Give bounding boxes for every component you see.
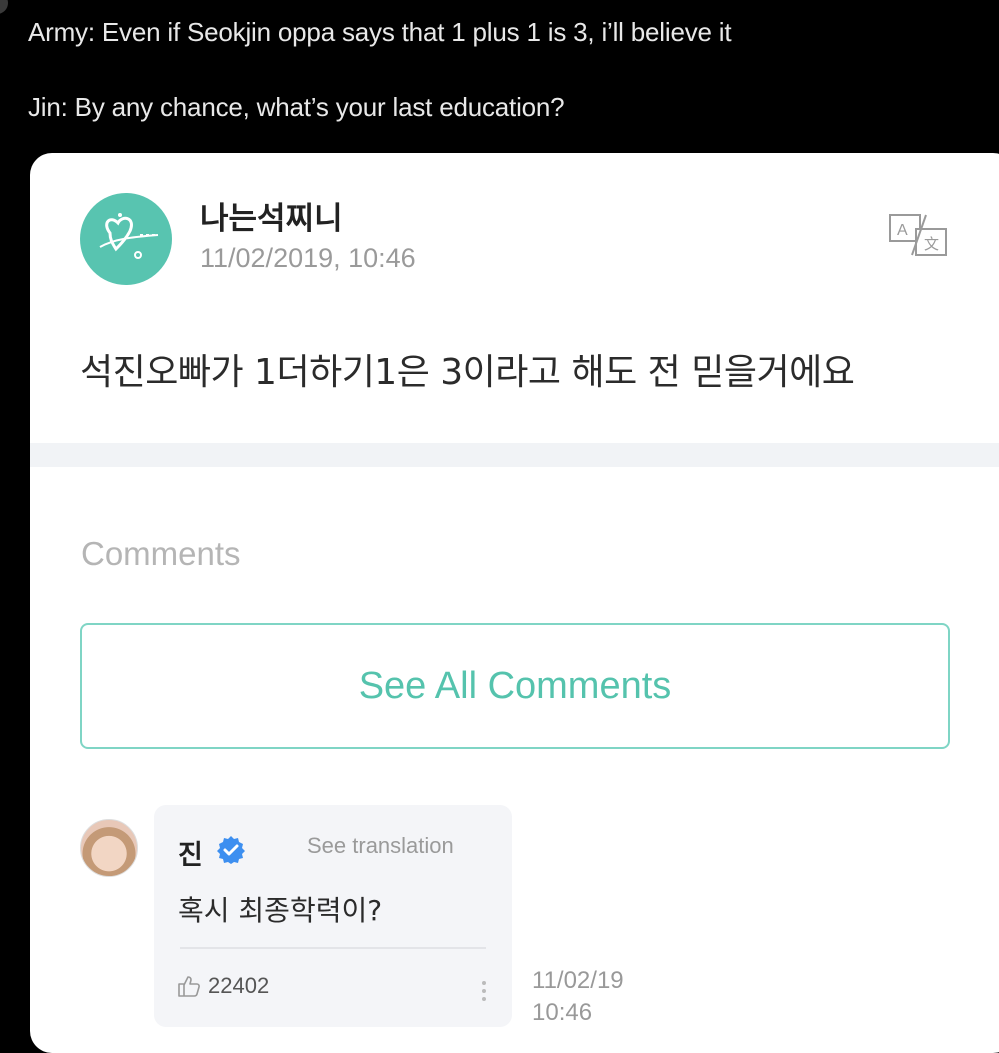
comment-author-name[interactable]: 진 [178,833,203,872]
verified-badge-icon [217,836,245,864]
like-button[interactable]: 22402 [176,973,269,999]
profile-avatar[interactable] [80,193,172,285]
top-avatar-partial [0,0,8,14]
comment-date: 11/02/19 [532,967,624,994]
see-all-comments-button[interactable]: See All Comments [80,623,950,749]
translate-icon[interactable]: A 文 [886,211,952,259]
comment-time: 10:46 [532,999,593,1026]
like-count: 22402 [208,973,270,998]
post-timestamp: 11/02/2019, 10:46 [200,243,416,273]
post-body-text: 석진오빠가 1더하기1은 3이라고 해도 전 믿을거에요 [80,352,855,393]
heart-logo-icon [99,213,159,259]
comment-bubble: 진 See translation 혹시 최종학력이? 22402 [154,805,512,1027]
more-vertical-icon[interactable] [478,977,490,1005]
post-username[interactable]: 나는석찌니 [200,193,343,238]
svg-text:A: A [897,222,908,239]
post-card: 나는석찌니 11/02/2019, 10:46 A 文 석진오빠가 1더하기1은… [30,153,999,1053]
comment-author-avatar[interactable] [80,819,138,877]
thumbs-up-icon [178,976,200,997]
see-translation-link[interactable]: See translation [307,833,454,859]
comment-datetime: 11/02/19 10:46 [532,965,624,1029]
tweet-text-line-1: Army: Even if Seokjin oppa says that 1 p… [28,17,732,47]
svg-text:文: 文 [924,235,939,253]
section-divider [30,443,999,467]
comment-text: 혹시 최종학력이? [178,894,383,927]
tweet-text-line-2: Jin: By any chance, what’s your last edu… [28,92,565,122]
comment-divider [180,947,486,949]
comments-heading: Comments [81,535,241,572]
